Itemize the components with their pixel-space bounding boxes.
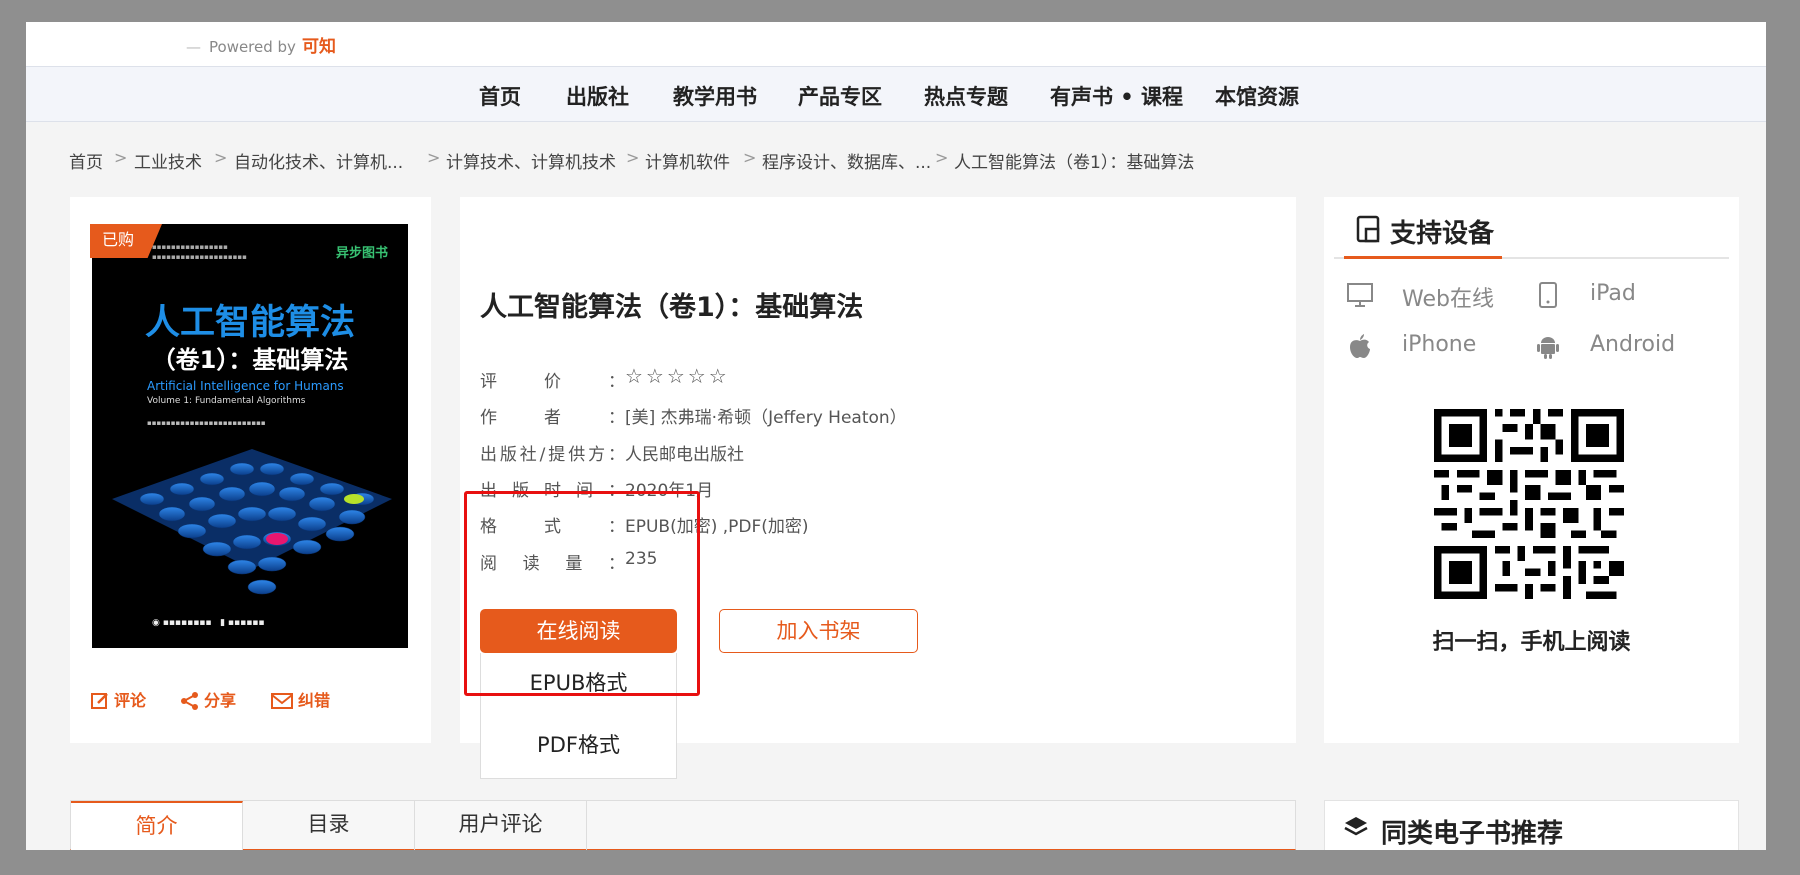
nav-item-textbooks[interactable]: 教学用书 bbox=[673, 81, 757, 111]
breadcrumb-separator: > bbox=[427, 148, 441, 167]
tab-user-reviews[interactable]: 用户评论 bbox=[415, 801, 587, 850]
nav-item-hot-topics[interactable]: 热点专题 bbox=[924, 81, 1008, 111]
breadcrumb-current: 人工智能算法（卷1）：基础算法 bbox=[954, 153, 1195, 173]
nav-item-products[interactable]: 产品专区 bbox=[798, 81, 882, 111]
tablet-icon bbox=[1356, 215, 1380, 243]
breadcrumb-item[interactable]: 首页 bbox=[69, 148, 103, 173]
monitor-icon bbox=[1347, 283, 1373, 307]
breadcrumb-separator: > bbox=[935, 148, 949, 167]
device-ipad-label: iPad bbox=[1590, 281, 1636, 306]
field-label: 格式： bbox=[480, 517, 625, 537]
book-info-card: 人工智能算法（卷1）：基础算法 评价： ☆☆☆☆☆ 作者： [美] 杰弗瑞·希顿… bbox=[460, 197, 1296, 779]
device-iphone-label: iPhone bbox=[1402, 332, 1477, 357]
apple-icon bbox=[1350, 334, 1370, 358]
cover-tagline: ▪▪▪▪▪▪▪▪▪▪▪▪▪▪▪▪ ▪▪▪▪▪▪▪▪▪▪▪▪▪▪▪▪▪▪▪▪ bbox=[152, 243, 247, 261]
cover-title: 人工智能算法 bbox=[144, 303, 355, 343]
field-value: 235 bbox=[625, 549, 658, 569]
supported-devices-card: 支持设备 Web在线 iPad iPhone Android 扫一扫，手机上阅读 bbox=[1324, 197, 1739, 743]
scan-to-read-text: 扫一扫，手机上阅读 bbox=[1432, 630, 1631, 655]
cover-publisher-logos: ◉ ▪▪▪▪▪▪▪▪ ▮ ▪▪▪▪▪▪ bbox=[152, 618, 265, 628]
nav-item-library-resources[interactable]: 本馆资源 bbox=[1215, 81, 1299, 111]
layers-icon bbox=[1344, 817, 1368, 836]
cover-illustration bbox=[112, 449, 392, 595]
nav-item-publishers[interactable]: 出版社 bbox=[566, 81, 629, 111]
device-android-label: Android bbox=[1590, 332, 1676, 357]
field-label: 阅读量： bbox=[480, 554, 625, 574]
share-action[interactable]: 分享 bbox=[180, 687, 236, 711]
browser-viewport: — Powered by 可知 首页 出版社 教学用书 产品专区 热点专题 有声书 … bbox=[26, 22, 1766, 850]
cover-publisher-logo: 异步图书 bbox=[335, 246, 388, 261]
report-label: 纠错 bbox=[298, 691, 331, 710]
book-cover[interactable]: ▪▪▪▪▪▪▪▪▪▪▪▪▪▪▪▪ ▪▪▪▪▪▪▪▪▪▪▪▪▪▪▪▪▪▪▪▪ 异步图… bbox=[92, 224, 408, 648]
powered-by-text: Powered by bbox=[209, 38, 296, 56]
rating-stars[interactable]: ☆☆☆☆☆ bbox=[625, 364, 730, 388]
device-web-label: Web在线 bbox=[1402, 287, 1494, 312]
breadcrumb-item[interactable]: 计算技术、计算机技术 bbox=[446, 148, 616, 173]
field-label: 作者： bbox=[480, 408, 625, 428]
nav-item-audiobooks[interactable]: 有声书 • 课程 bbox=[1050, 81, 1183, 111]
book-title: 人工智能算法（卷1）：基础算法 bbox=[480, 292, 864, 323]
android-icon bbox=[1537, 337, 1559, 359]
field-label: 出版社/提供方： bbox=[480, 445, 625, 465]
powered-by: — Powered by 可知 bbox=[186, 37, 336, 57]
comment-action[interactable]: 评论 bbox=[90, 687, 146, 711]
brand-logo[interactable]: 可知 bbox=[302, 37, 336, 57]
field-value: 人民邮电出版社 bbox=[625, 445, 744, 465]
devices-header: 支持设备 bbox=[1334, 197, 1729, 259]
field-value: 2020年1月 bbox=[625, 481, 714, 501]
option-pdf[interactable]: PDF格式 bbox=[481, 729, 676, 759]
breadcrumb-item[interactable]: 自动化技术、计算机... bbox=[234, 148, 403, 173]
option-epub[interactable]: EPUB格式 bbox=[481, 667, 676, 697]
report-error-action[interactable]: 纠错 bbox=[270, 687, 330, 711]
breadcrumb-separator: > bbox=[114, 148, 128, 167]
mail-icon bbox=[271, 693, 293, 709]
ipad-icon bbox=[1539, 282, 1557, 308]
breadcrumb-separator: > bbox=[626, 148, 640, 167]
cover-en-title: Artificial Intelligence for Humans bbox=[147, 379, 344, 393]
share-label: 分享 bbox=[204, 691, 237, 710]
cover-en-volume: Volume 1: Fundamental Algorithms bbox=[147, 396, 306, 406]
page-content: 首页 > 工业技术 > 自动化技术、计算机... > 计算技术、计算机技术 > … bbox=[26, 122, 1766, 850]
edit-icon bbox=[91, 693, 108, 709]
main-nav: 首页 出版社 教学用书 产品专区 热点专题 有声书 • 课程 本馆资源 bbox=[26, 66, 1766, 122]
devices-title: 支持设备 bbox=[1390, 219, 1495, 249]
tab-toc[interactable]: 目录 bbox=[243, 801, 415, 850]
breadcrumb-item[interactable]: 工业技术 bbox=[134, 148, 202, 173]
breadcrumb-item[interactable]: 计算机软件 bbox=[645, 148, 730, 173]
comment-label: 评论 bbox=[114, 691, 147, 710]
similar-ebooks-title: 同类电子书推荐 bbox=[1381, 819, 1564, 849]
read-online-button[interactable]: 在线阅读 bbox=[480, 609, 677, 653]
share-icon bbox=[181, 692, 198, 710]
top-strip: — Powered by 可知 bbox=[26, 22, 1766, 64]
cover-card: ▪▪▪▪▪▪▪▪▪▪▪▪▪▪▪▪ ▪▪▪▪▪▪▪▪▪▪▪▪▪▪▪▪▪▪▪▪ 异步图… bbox=[70, 197, 431, 743]
add-to-shelf-button[interactable]: 加入书架 bbox=[719, 609, 918, 653]
qr-code bbox=[1434, 409, 1624, 599]
devices-title-underline bbox=[1344, 256, 1502, 259]
field-value: [美] 杰弗瑞·希顿（Jeffery Heaton） bbox=[625, 408, 907, 428]
breadcrumb-separator: > bbox=[214, 148, 228, 167]
cover-subtitle: （卷1）：基础算法 bbox=[151, 346, 349, 374]
field-label: 出版时间： bbox=[480, 481, 625, 501]
field-value: EPUB(加密) ,PDF(加密) bbox=[625, 517, 809, 537]
breadcrumb-separator: > bbox=[743, 148, 757, 167]
field-label: 评价： bbox=[480, 372, 625, 392]
read-format-dropdown: EPUB格式 PDF格式 bbox=[480, 653, 677, 779]
detail-tabs: 简介 目录 用户评论 bbox=[70, 800, 1296, 850]
tab-intro[interactable]: 简介 bbox=[71, 801, 243, 850]
nav-item-home[interactable]: 首页 bbox=[479, 81, 521, 111]
breadcrumb-item[interactable]: 程序设计、数据库、... bbox=[762, 148, 931, 173]
similar-ebooks-card: 同类电子书推荐 bbox=[1324, 800, 1739, 850]
cover-author-line: ▪▪▪▪▪▪▪▪▪▪▪▪▪▪▪▪▪▪▪▪▪▪▪▪▪ bbox=[147, 419, 266, 427]
